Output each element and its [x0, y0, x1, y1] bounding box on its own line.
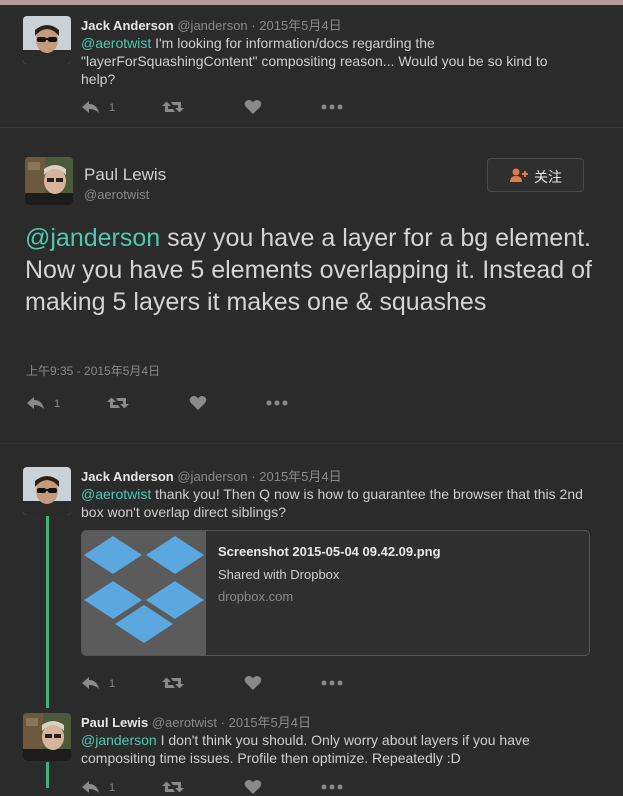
reply-count: 1 — [54, 398, 61, 410]
tweet-actions: 1 — [81, 98, 381, 116]
follow-label: 关注 — [534, 169, 562, 185]
tweet-text: @aerotwist thank you! Then Q now is how … — [81, 485, 586, 521]
separator-dot: · — [251, 469, 256, 484]
card-domain: dropbox.com — [218, 589, 294, 604]
retweet-icon[interactable] — [162, 778, 184, 796]
more-icon[interactable] — [321, 98, 343, 116]
author-name[interactable]: Paul Lewis — [84, 165, 166, 185]
author-name[interactable]: Paul Lewis — [81, 715, 148, 730]
tweet-header: Paul Lewis @aerotwist · 2015年5月4日 — [81, 712, 311, 731]
tweet-text-content: I'm looking for information/docs regardi… — [81, 35, 548, 87]
avatar[interactable] — [23, 16, 71, 64]
mention-link[interactable]: @aerotwist — [81, 35, 151, 51]
author-handle[interactable]: @aerotwist — [152, 715, 217, 730]
author-handle[interactable]: @aerotwist — [84, 187, 149, 202]
tweet-text: @janderson I don't think you should. Onl… — [81, 731, 586, 767]
tweet-actions: 1 — [81, 778, 381, 796]
tweet-header: Jack Anderson @janderson · 2015年5月4日 — [81, 15, 342, 34]
reply-count: 1 — [109, 678, 116, 690]
heart-icon[interactable] — [189, 394, 207, 412]
heart-icon[interactable] — [244, 674, 262, 692]
tweet-text: @janderson say you have a layer for a bg… — [25, 222, 600, 318]
follow-user-icon — [510, 168, 528, 187]
heart-icon[interactable] — [244, 778, 262, 796]
reply-icon[interactable] — [81, 98, 101, 116]
author-handle[interactable]: @janderson — [177, 18, 247, 33]
reply-count: 1 — [109, 782, 116, 794]
thread-line — [46, 516, 49, 708]
mention-link[interactable]: @aerotwist — [81, 486, 151, 502]
tweet-time[interactable]: 2015年5月4日 — [229, 715, 311, 730]
more-icon[interactable] — [266, 394, 288, 412]
separator-dot: · — [251, 18, 256, 33]
retweet-icon[interactable] — [162, 98, 184, 116]
tweet-header: Jack Anderson @janderson · 2015年5月4日 — [81, 466, 342, 485]
reply-count: 1 — [109, 102, 116, 114]
more-icon[interactable] — [321, 674, 343, 692]
avatar[interactable] — [23, 467, 71, 515]
heart-icon[interactable] — [244, 98, 262, 116]
link-card[interactable]: Screenshot 2015-05-04 09.42.09.png Share… — [81, 530, 590, 656]
divider — [0, 127, 623, 128]
dropbox-logo-icon — [82, 531, 206, 655]
tweet-time[interactable]: 2015年5月4日 — [259, 469, 341, 484]
tweet-text: @aerotwist I'm looking for information/d… — [81, 34, 581, 88]
more-icon[interactable] — [321, 778, 343, 796]
reply-icon[interactable] — [26, 394, 46, 412]
avatar[interactable] — [23, 713, 71, 761]
tweet-time[interactable]: 2015年5月4日 — [259, 18, 341, 33]
thread-line — [46, 762, 49, 788]
reply-icon[interactable] — [81, 674, 101, 692]
avatar[interactable] — [25, 157, 73, 205]
retweet-icon[interactable] — [162, 674, 184, 692]
divider — [0, 443, 623, 444]
author-name[interactable]: Jack Anderson — [81, 469, 174, 484]
author-name[interactable]: Jack Anderson — [81, 18, 174, 33]
tweet-actions: 1 — [26, 394, 326, 412]
reply-icon[interactable] — [81, 778, 101, 796]
top-edge-strip — [0, 0, 623, 5]
tweet-timestamp[interactable]: 上午9:35 - 2015年5月4日 — [26, 362, 160, 379]
retweet-icon[interactable] — [107, 394, 129, 412]
separator-dot: · — [220, 715, 226, 730]
tweet-text-content: thank you! Then Q now is how to guarante… — [81, 486, 583, 520]
follow-button[interactable]: 关注 — [487, 158, 584, 192]
card-title: Screenshot 2015-05-04 09.42.09.png — [218, 544, 441, 559]
author-handle[interactable]: @janderson — [177, 469, 247, 484]
mention-link[interactable]: @janderson — [25, 224, 160, 252]
card-subtitle: Shared with Dropbox — [218, 567, 340, 582]
tweet-actions: 1 — [81, 674, 381, 692]
mention-link[interactable]: @janderson — [81, 732, 157, 748]
